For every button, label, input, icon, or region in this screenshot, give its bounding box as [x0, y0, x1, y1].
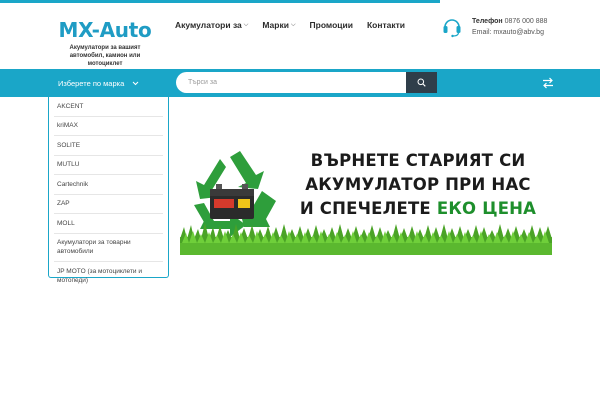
header-contact: Телефон 0876 000 888 Email: mxauto@abv.b… — [442, 16, 547, 38]
brand-item-jp-moto[interactable]: JP MOTO (за мотоциклети и мотопеди) — [54, 262, 163, 290]
search-box — [176, 72, 437, 93]
banner-line-1: ВЪРНЕТЕ СТАРИЯТ СИ — [310, 151, 526, 170]
brand-item-krimax[interactable]: kriMAX — [54, 117, 163, 136]
search-icon — [417, 78, 426, 87]
chevron-down-icon: ⌵ — [290, 21, 296, 28]
search-button[interactable] — [406, 72, 437, 93]
toolbar: Изберете по марка — [0, 69, 600, 97]
contact-text: Телефон 0876 000 888 Email: mxauto@abv.b… — [472, 16, 547, 38]
phone-label: Телефон — [472, 18, 503, 25]
banner-line-2: АКУМУЛАТОР ПРИ НАС — [305, 175, 531, 194]
logo-title: MX-Auto — [52, 18, 158, 42]
promo-banner[interactable]: ВЪРНЕТЕ СТАРИЯТ СИ АКУМУЛАТОР ПРИ НАС И … — [180, 147, 552, 255]
brand-select-toggle[interactable]: Изберете по марка — [48, 69, 168, 97]
banner-line-3: И СПЕЧЕЛЕТЕ ЕКО ЦЕНА — [284, 197, 552, 221]
brand-item-akcent[interactable]: AKCENT — [54, 97, 163, 117]
brand-item-trucks[interactable]: Акумулатори за товарни автомобили — [54, 234, 163, 262]
phone-number[interactable]: 0876 000 888 — [505, 18, 548, 25]
chevron-down-icon: ⌵ — [243, 21, 249, 28]
nav-item-batteries[interactable]: Акумулатори за ⌵ — [175, 20, 248, 30]
nav-item-label: Контакти — [366, 20, 405, 30]
email-address[interactable]: mxauto@abv.bg — [493, 29, 544, 36]
battery-icon — [210, 184, 254, 219]
brand-item-zap[interactable]: ZAP — [54, 195, 163, 214]
nav-item-label: Промоции — [309, 20, 353, 30]
logo-title-part1: MX — [58, 18, 92, 42]
email-line: Email: mxauto@abv.bg — [472, 27, 547, 38]
email-label: Email: — [472, 29, 492, 36]
nav-item-contacts[interactable]: Контакти — [367, 20, 405, 30]
nav-item-brands[interactable]: Марки ⌵ — [262, 20, 295, 30]
brand-item-mutlu[interactable]: MUTLU — [54, 156, 163, 175]
phone-line: Телефон 0876 000 888 — [472, 16, 547, 27]
banner-eco-price: ЕКО ЦЕНА — [436, 199, 537, 218]
banner-line-3-prefix: И СПЕЧЕЛЕТЕ — [299, 199, 431, 218]
banner-headline: ВЪРНЕТЕ СТАРИЯТ СИ АКУМУЛАТОР ПРИ НАС И … — [284, 149, 552, 221]
brand-select-label: Изберете по марка — [58, 78, 125, 88]
top-accent-line — [0, 0, 440, 3]
nav-item-label: Марки — [262, 20, 289, 30]
brand-item-moll[interactable]: MOLL — [54, 214, 163, 234]
nav-item-promotions[interactable]: Промоции — [310, 20, 353, 30]
nav-item-label: Акумулатори за — [175, 20, 242, 30]
compare-arrows-icon[interactable] — [541, 76, 555, 90]
headset-icon — [443, 19, 461, 38]
brand-dropdown-list: AKCENT kriMAX SOLITE MUTLU Cartechnik ZA… — [48, 97, 169, 284]
site-logo[interactable]: MX-Auto Акумулатори за вашият автомобил,… — [52, 18, 158, 68]
chevron-down-icon — [132, 81, 139, 85]
logo-tagline: Акумулатори за вашият автомобил, камион … — [69, 45, 141, 67]
search-input[interactable] — [176, 72, 406, 93]
main-nav: Акумулатори за ⌵ Марки ⌵ Промоции Контак… — [175, 20, 405, 30]
logo-title-part2: -Auto — [91, 18, 152, 42]
brand-item-cartechnik[interactable]: Cartechnik — [54, 175, 163, 195]
brand-item-solite[interactable]: SOLITE — [54, 136, 163, 156]
